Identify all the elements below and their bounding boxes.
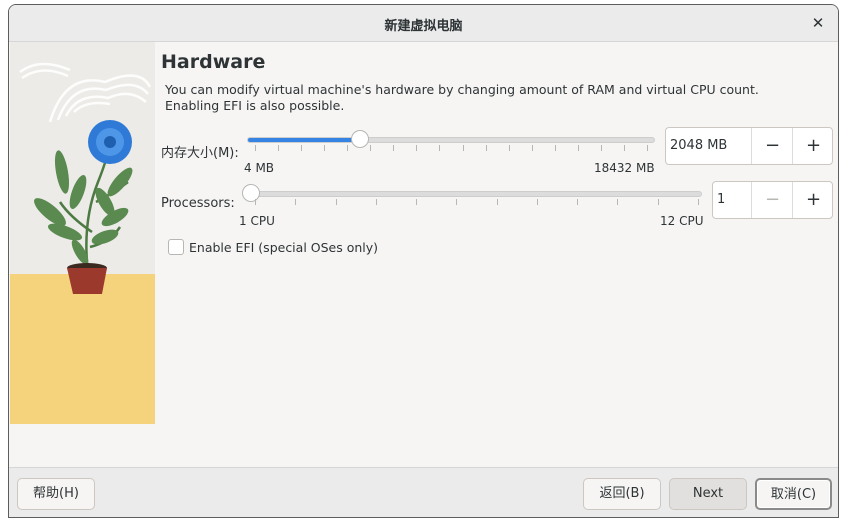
slider-tick bbox=[347, 145, 349, 151]
slider-tick bbox=[375, 199, 377, 205]
slider-tick bbox=[554, 145, 556, 151]
slider-tick bbox=[647, 145, 648, 151]
slider-tick bbox=[600, 145, 602, 151]
memory-slider-fill bbox=[248, 138, 361, 142]
close-icon: ✕ bbox=[811, 14, 825, 32]
slider-tick bbox=[295, 199, 297, 205]
slider-tick bbox=[496, 199, 498, 205]
slider-tick bbox=[324, 145, 326, 151]
plus-icon: + bbox=[805, 189, 822, 210]
cancel-button[interactable]: 取消(C) bbox=[755, 478, 832, 510]
slider-tick bbox=[623, 145, 625, 151]
titlebar: 新建虚拟电脑 ✕ bbox=[9, 5, 838, 42]
slider-tick bbox=[698, 199, 699, 205]
processors-label: Processors: bbox=[161, 196, 235, 211]
plant-leaves bbox=[34, 150, 133, 265]
processors-min-label: 1 CPU bbox=[239, 214, 275, 228]
efi-checkbox[interactable] bbox=[168, 239, 184, 255]
back-button[interactable]: 返回(B) bbox=[583, 478, 661, 510]
sidebar-illustration bbox=[10, 42, 155, 424]
page-title: Hardware bbox=[161, 51, 266, 73]
minus-icon: − bbox=[764, 189, 781, 210]
memory-value-input[interactable]: 2048 MB bbox=[670, 138, 727, 153]
slider-tick bbox=[462, 145, 464, 151]
memory-increment-button[interactable]: + bbox=[792, 128, 832, 164]
blue-flower bbox=[88, 120, 132, 164]
memory-max-label: 18432 MB bbox=[594, 161, 655, 175]
page-description: You can modify virtual machine's hardwar… bbox=[165, 82, 759, 113]
slider-tick bbox=[531, 145, 533, 151]
memory-decrement-button[interactable]: − bbox=[751, 128, 793, 164]
slider-tick bbox=[657, 199, 659, 205]
slider-tick bbox=[393, 145, 395, 151]
memory-label: 内存大小(M): bbox=[161, 146, 239, 161]
slider-tick bbox=[508, 145, 510, 151]
dialog-window: 新建虚拟电脑 ✕ Hardware You can modify virtual… bbox=[8, 4, 839, 518]
close-button[interactable]: ✕ bbox=[806, 11, 830, 35]
memory-spin-button: 2048 MB − + bbox=[665, 127, 833, 165]
slider-tick bbox=[255, 145, 256, 151]
minus-icon: − bbox=[764, 135, 781, 156]
slider-tick bbox=[335, 199, 337, 205]
slider-tick bbox=[416, 199, 418, 205]
processors-decrement-button[interactable]: − bbox=[751, 182, 793, 218]
plant-illustration bbox=[19, 62, 152, 294]
plus-icon: + bbox=[805, 135, 822, 156]
processors-slider-track[interactable] bbox=[249, 191, 702, 197]
window-title: 新建虚拟电脑 bbox=[384, 19, 463, 34]
next-button[interactable]: Next bbox=[669, 478, 747, 510]
help-button[interactable]: 帮助(H) bbox=[17, 478, 95, 510]
cloud-shape bbox=[19, 62, 152, 123]
slider-tick bbox=[370, 145, 372, 151]
processors-increment-button[interactable]: + bbox=[792, 182, 832, 218]
processors-slider-handle[interactable] bbox=[242, 184, 260, 202]
slider-tick bbox=[416, 145, 418, 151]
slider-tick bbox=[456, 199, 458, 205]
slider-tick bbox=[255, 199, 256, 205]
flower-pot bbox=[67, 263, 107, 294]
slider-tick bbox=[577, 199, 579, 205]
slider-tick bbox=[536, 199, 538, 205]
processors-value-input[interactable]: 1 bbox=[717, 192, 725, 207]
slider-tick bbox=[577, 145, 579, 151]
hardware-page: Hardware You can modify virtual machine'… bbox=[161, 42, 838, 462]
dialog-footer: 帮助(H) 返回(B) Next 取消(C) bbox=[9, 467, 838, 517]
efi-checkbox-label: Enable EFI (special OSes only) bbox=[189, 240, 379, 255]
processors-spin-button: 1 − + bbox=[712, 181, 833, 219]
slider-tick bbox=[485, 145, 487, 151]
slider-tick bbox=[278, 145, 280, 151]
memory-min-label: 4 MB bbox=[244, 161, 275, 175]
slider-tick bbox=[439, 145, 441, 151]
memory-slider-handle[interactable] bbox=[351, 130, 370, 148]
slider-tick bbox=[617, 199, 619, 205]
slider-tick bbox=[301, 145, 303, 151]
processors-max-label: 12 CPU bbox=[660, 214, 704, 228]
